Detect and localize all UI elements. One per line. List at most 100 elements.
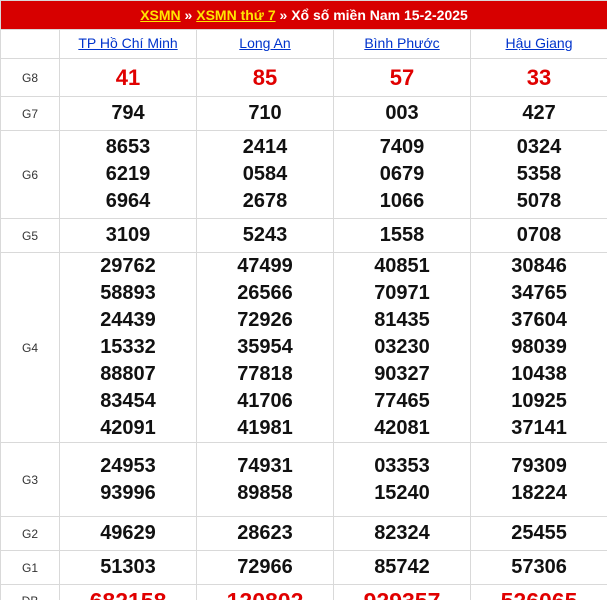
result-number: 0679	[379, 163, 425, 185]
result-cell: 79309 18224	[469, 442, 607, 517]
result-number: 47499	[237, 255, 293, 277]
result-number: 57	[389, 65, 415, 90]
result-cell: 30846 34765 37604 98039 10438 10925 37141	[469, 252, 607, 443]
result-number: 85	[252, 65, 278, 90]
result-number: 41706	[237, 390, 293, 412]
result-cell: 0324 5358 5078	[469, 130, 607, 219]
title-row: XSMN » XSMN thứ 7 » Xổ số miền Nam 15-2-…	[0, 0, 607, 30]
prize-row: G5 3109 5243 1558 0708	[0, 218, 607, 253]
result-number: 427	[522, 102, 556, 124]
result-number: 7409	[379, 136, 425, 158]
result-number: 85742	[374, 556, 430, 578]
result-number: 18224	[511, 481, 567, 504]
result-cell: 526065	[469, 584, 607, 600]
result-number: 93996	[100, 481, 156, 504]
result-cell: 3109	[59, 218, 197, 253]
result-number: 79309	[511, 454, 567, 477]
result-cell: 8653 6219 6964	[59, 130, 197, 219]
result-cell: 40851 70971 81435 03230 90327 77465 42081	[333, 252, 471, 443]
result-cell: 794	[59, 96, 197, 131]
prize-label: G2	[0, 516, 60, 551]
province-link[interactable]: Bình Phước	[364, 35, 439, 51]
result-cell: 682158	[59, 584, 197, 600]
special-prize-number: 929357	[334, 588, 470, 600]
result-number: 2414	[242, 136, 288, 158]
result-number: 77465	[374, 390, 430, 412]
province-link[interactable]: Long An	[239, 35, 290, 51]
result-number: 37141	[511, 417, 567, 439]
province-link[interactable]: Hậu Giang	[506, 35, 573, 51]
province-header: Bình Phước	[333, 29, 471, 59]
result-number: 90327	[374, 363, 430, 385]
title-cell: XSMN » XSMN thứ 7 » Xổ số miền Nam 15-2-…	[0, 0, 607, 30]
result-cell: 24953 93996	[59, 442, 197, 517]
result-number: 6964	[105, 190, 151, 212]
result-cell: 85	[196, 58, 334, 97]
result-cell: 120802	[196, 584, 334, 600]
result-number: 58893	[100, 282, 156, 304]
prize-label: ĐB	[0, 584, 60, 600]
result-number: 40851	[374, 255, 430, 277]
result-number: 81435	[374, 309, 430, 331]
result-cell: 25455	[469, 516, 607, 551]
result-cell: 57306	[469, 550, 607, 585]
result-cell: 74931 89858	[196, 442, 334, 517]
prize-row: G3 24953 93996 74931 89858 03353 15240 79309 182…	[0, 442, 607, 517]
result-cell: 57	[333, 58, 471, 97]
result-number: 34765	[511, 282, 567, 304]
result-number: 10925	[511, 390, 567, 412]
prize-row: G2 49629 28623 82324 25455	[0, 516, 607, 551]
result-cell: 29762 58893 24439 15332 88807 83454 42091	[59, 252, 197, 443]
prize-row: G6 8653 6219 6964 2414 0584 2678 7409 0679 1066 03…	[0, 130, 607, 219]
result-cell: 41	[59, 58, 197, 97]
result-number: 88807	[100, 363, 156, 385]
result-cell: 03353 15240	[333, 442, 471, 517]
result-number: 72926	[237, 309, 293, 331]
prize-label: G3	[0, 442, 60, 517]
result-number: 794	[111, 102, 145, 124]
result-cell: 72966	[196, 550, 334, 585]
prize-row: G8 41 85 57 33	[0, 58, 607, 97]
special-prize-number: 120802	[197, 588, 333, 600]
result-cell: 003	[333, 96, 471, 131]
result-cell: 47499 26566 72926 35954 77818 41706 41981	[196, 252, 334, 443]
province-header: Long An	[196, 29, 334, 59]
prize-label: G4	[0, 252, 60, 443]
result-number: 29762	[100, 255, 156, 277]
result-number: 6219	[105, 163, 151, 185]
result-number: 003	[385, 102, 419, 124]
corner-cell	[0, 29, 60, 59]
province-link[interactable]: TP Hồ Chí Minh	[78, 35, 177, 51]
result-number: 3109	[105, 224, 151, 246]
result-number: 30846	[511, 255, 567, 277]
result-cell: 82324	[333, 516, 471, 551]
result-cell: 85742	[333, 550, 471, 585]
result-number: 33	[526, 65, 552, 90]
special-prize-number: 526065	[471, 588, 607, 600]
result-number: 5243	[242, 224, 288, 246]
result-number: 42081	[374, 417, 430, 439]
result-cell: 5243	[196, 218, 334, 253]
result-number: 57306	[511, 556, 567, 578]
prize-label: G7	[0, 96, 60, 131]
result-number: 42091	[100, 417, 156, 439]
result-number: 74931	[237, 454, 293, 477]
result-cell: 49629	[59, 516, 197, 551]
prize-row: G4 29762 58893 24439 15332 88807 83454 42091 474…	[0, 252, 607, 443]
xsmn-link[interactable]: XSMN	[140, 7, 180, 23]
prize-label: G6	[0, 130, 60, 219]
result-number: 83454	[100, 390, 156, 412]
result-number: 5358	[516, 163, 562, 185]
result-number: 0324	[516, 136, 562, 158]
result-cell: 33	[469, 58, 607, 97]
special-prize-number: 682158	[60, 588, 196, 600]
result-cell: 427	[469, 96, 607, 131]
result-number: 35954	[237, 336, 293, 358]
result-number: 41981	[237, 417, 293, 439]
prize-row: G1 51303 72966 85742 57306	[0, 550, 607, 585]
xsmn-saturday-link[interactable]: XSMN thứ 7	[196, 7, 275, 23]
prize-row: G7 794 710 003 427	[0, 96, 607, 131]
result-number: 10438	[511, 363, 567, 385]
result-number: 98039	[511, 336, 567, 358]
result-number: 28623	[237, 522, 293, 544]
